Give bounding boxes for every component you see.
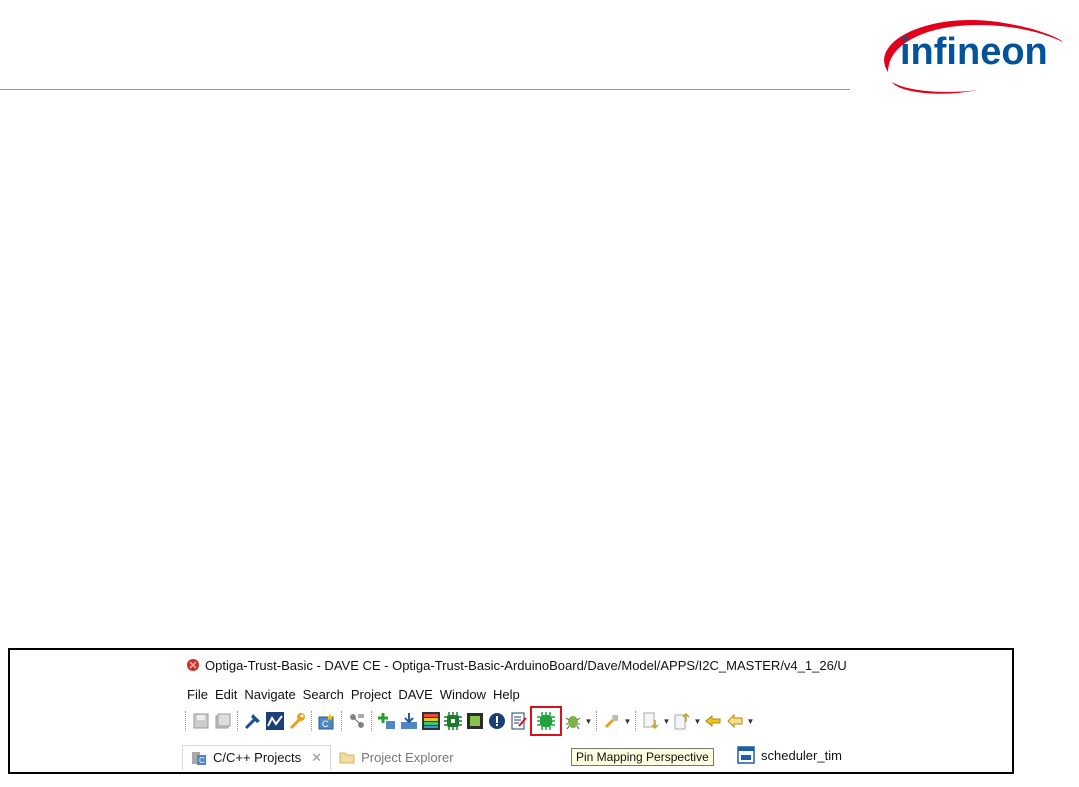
tooltip: Pin Mapping Perspective bbox=[571, 748, 714, 766]
menu-project[interactable]: Project bbox=[351, 687, 391, 702]
toolbar-separator bbox=[341, 711, 343, 731]
back-icon[interactable] bbox=[724, 710, 746, 732]
prev-annotation-dropdown-icon[interactable]: ▼ bbox=[693, 717, 702, 726]
back-dropdown-icon[interactable]: ▼ bbox=[746, 717, 755, 726]
tab-label: C/C++ Projects bbox=[213, 750, 302, 765]
close-icon[interactable]: ✕ bbox=[311, 750, 322, 766]
tab-project-explorer[interactable]: Project Explorer bbox=[331, 745, 461, 769]
dave-app-icon bbox=[187, 659, 199, 671]
display-icon[interactable] bbox=[464, 710, 486, 732]
tab-label: Project Explorer bbox=[361, 749, 454, 765]
screenshot-frame: Optiga-Trust-Basic - DAVE CE - Optiga-Tr… bbox=[8, 648, 1014, 774]
svg-text:infineon: infineon bbox=[900, 31, 1048, 73]
save-all-icon[interactable] bbox=[212, 710, 234, 732]
ide-window: Optiga-Trust-Basic - DAVE CE - Optiga-Tr… bbox=[182, 652, 847, 772]
run-dropdown-icon[interactable]: ▼ bbox=[623, 717, 632, 726]
window-titlebar: Optiga-Trust-Basic - DAVE CE - Optiga-Tr… bbox=[182, 652, 847, 678]
save-icon[interactable] bbox=[190, 710, 212, 732]
run-icon[interactable] bbox=[601, 710, 623, 732]
cpp-projects-icon: C bbox=[192, 751, 206, 765]
app-dependency-icon[interactable] bbox=[346, 710, 368, 732]
menu-navigate[interactable]: Navigate bbox=[244, 687, 295, 702]
file-icon bbox=[737, 746, 755, 764]
wrench-icon[interactable] bbox=[286, 710, 308, 732]
pin-mapping-icon[interactable] bbox=[530, 706, 562, 736]
edit-icon[interactable] bbox=[508, 710, 530, 732]
editor-tab-label: scheduler_tim bbox=[761, 747, 842, 763]
debug-icon[interactable] bbox=[562, 710, 584, 732]
menu-dave[interactable]: DAVE bbox=[398, 687, 432, 702]
tab-cpp-projects[interactable]: C C/C++ Projects ✕ bbox=[182, 744, 332, 770]
window-title: Optiga-Trust-Basic - DAVE CE - Optiga-Tr… bbox=[205, 657, 847, 673]
header-divider bbox=[0, 89, 850, 90]
infineon-logo: infineon bbox=[868, 12, 1068, 98]
toolbar-separator bbox=[596, 711, 598, 731]
alert-icon[interactable] bbox=[486, 710, 508, 732]
menu-search[interactable]: Search bbox=[303, 687, 344, 702]
menu-bar: File Edit Navigate Search Project DAVE W… bbox=[182, 684, 522, 704]
graph-icon[interactable] bbox=[264, 710, 286, 732]
next-annotation-dropdown-icon[interactable]: ▼ bbox=[662, 717, 671, 726]
prev-annotation-icon[interactable] bbox=[671, 710, 693, 732]
svg-text:C: C bbox=[199, 756, 205, 765]
color-bars-icon[interactable] bbox=[420, 710, 442, 732]
menu-file[interactable]: File bbox=[187, 687, 208, 702]
last-edit-icon[interactable] bbox=[702, 710, 724, 732]
import-icon[interactable] bbox=[398, 710, 420, 732]
debug-dropdown-icon[interactable]: ▼ bbox=[584, 717, 593, 726]
project-explorer-icon bbox=[339, 752, 355, 764]
menu-window[interactable]: Window bbox=[440, 687, 486, 702]
main-toolbar: C ▼ ▼ ▼ ▼ ▼ bbox=[182, 706, 847, 736]
toolbar-separator bbox=[237, 711, 239, 731]
next-annotation-icon[interactable] bbox=[640, 710, 662, 732]
toolbar-separator bbox=[635, 711, 637, 731]
menu-edit[interactable]: Edit bbox=[215, 687, 237, 702]
add-app-icon[interactable] bbox=[376, 710, 398, 732]
chip-icon[interactable] bbox=[442, 710, 464, 732]
editor-tab-scheduler[interactable]: scheduler_tim bbox=[737, 746, 842, 764]
build-icon[interactable] bbox=[242, 710, 264, 732]
toolbar-separator bbox=[371, 711, 373, 731]
new-project-icon[interactable]: C bbox=[316, 710, 338, 732]
toolbar-separator bbox=[311, 711, 313, 731]
menu-help[interactable]: Help bbox=[493, 687, 520, 702]
toolbar-separator bbox=[185, 711, 187, 731]
